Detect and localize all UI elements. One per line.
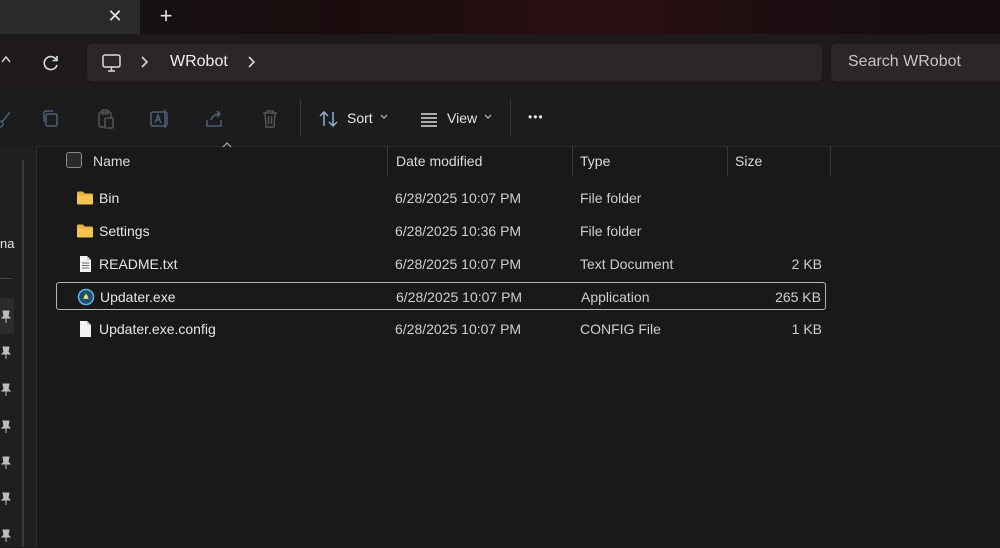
toolbar-divider [510, 100, 511, 136]
file-size: 265 KB [775, 289, 821, 305]
file-type: Application [581, 289, 650, 305]
up-arrow-icon[interactable] [0, 50, 14, 74]
sort-icon[interactable] [318, 108, 340, 130]
computer-icon[interactable] [101, 53, 123, 73]
view-icon[interactable] [418, 108, 440, 130]
file-row[interactable]: Settings 6/28/2025 10:36 PM File folder [56, 217, 826, 245]
cut-icon[interactable] [0, 108, 14, 130]
toolbar-divider [300, 100, 301, 136]
navigation-pane-scrollbar[interactable] [22, 160, 24, 547]
column-divider[interactable] [830, 146, 831, 176]
file-date-modified: 6/28/2025 10:07 PM [395, 190, 522, 206]
breadcrumb-chevron-icon[interactable] [245, 52, 259, 77]
navigation-pane-label[interactable]: na [0, 236, 14, 251]
config-file-icon [76, 320, 94, 338]
file-date-modified: 6/28/2025 10:07 PM [396, 289, 523, 305]
column-divider[interactable] [387, 146, 388, 176]
breadcrumb-wrobot[interactable]: WRobot [170, 53, 228, 71]
chevron-down-icon[interactable] [379, 112, 389, 125]
close-tab-button[interactable]: ✕ [103, 3, 127, 29]
pin-icon[interactable] [0, 420, 12, 434]
view-button[interactable]: View [447, 110, 477, 126]
file-name: Updater.exe.config [99, 321, 216, 337]
column-divider[interactable] [572, 146, 573, 176]
column-header-size[interactable]: Size [735, 153, 762, 169]
delete-icon[interactable] [259, 108, 281, 130]
file-type: File folder [580, 223, 642, 239]
file-size: 2 KB [791, 256, 822, 272]
file-size: 1 KB [791, 321, 822, 337]
select-all-checkbox[interactable] [66, 152, 82, 168]
pin-icon[interactable] [0, 310, 12, 324]
paste-icon[interactable] [95, 108, 117, 130]
column-header-type[interactable]: Type [580, 153, 610, 169]
search-placeholder: Search WRobot [848, 53, 961, 70]
file-type: File folder [580, 190, 642, 206]
file-row-selected[interactable]: Updater.exe 6/28/2025 10:07 PM Applicati… [56, 282, 826, 310]
file-row[interactable]: README.txt 6/28/2025 10:07 PM Text Docum… [56, 250, 826, 278]
file-row[interactable]: Bin 6/28/2025 10:07 PM File folder [56, 184, 826, 212]
breadcrumb-chevron-icon[interactable] [138, 52, 152, 77]
share-icon[interactable] [204, 108, 226, 130]
folder-icon [76, 189, 94, 207]
file-date-modified: 6/28/2025 10:36 PM [395, 223, 522, 239]
file-name: Settings [99, 223, 150, 239]
file-name: Bin [99, 190, 120, 206]
pin-icon[interactable] [0, 346, 12, 360]
pin-icon[interactable] [0, 492, 12, 506]
navigation-pane-divider [0, 278, 12, 279]
sort-button[interactable]: Sort [347, 110, 373, 126]
file-row[interactable]: Updater.exe.config 6/28/2025 10:07 PM CO… [56, 315, 826, 343]
pin-icon[interactable] [0, 456, 12, 470]
file-type: Text Document [580, 256, 674, 272]
file-date-modified: 6/28/2025 10:07 PM [395, 321, 522, 337]
new-tab-button[interactable]: + [152, 3, 180, 29]
more-options-button[interactable]: ••• [528, 110, 544, 124]
chevron-down-icon[interactable] [483, 112, 493, 125]
file-date-modified: 6/28/2025 10:07 PM [395, 256, 522, 272]
copy-icon[interactable] [40, 108, 62, 130]
refresh-icon[interactable] [36, 48, 66, 78]
folder-icon [76, 222, 94, 240]
column-divider[interactable] [727, 146, 728, 176]
tab-strip [0, 0, 1000, 34]
sort-ascending-icon [221, 141, 233, 152]
application-icon [77, 288, 95, 306]
file-type: CONFIG File [580, 321, 661, 337]
file-name: README.txt [99, 256, 178, 272]
file-name: Updater.exe [100, 289, 176, 305]
text-file-icon [76, 255, 94, 273]
column-header-date-modified[interactable]: Date modified [396, 153, 482, 169]
rename-icon[interactable] [149, 108, 171, 130]
column-header-name[interactable]: Name [93, 153, 130, 169]
pin-icon[interactable] [0, 383, 12, 397]
pin-icon[interactable] [0, 529, 12, 543]
